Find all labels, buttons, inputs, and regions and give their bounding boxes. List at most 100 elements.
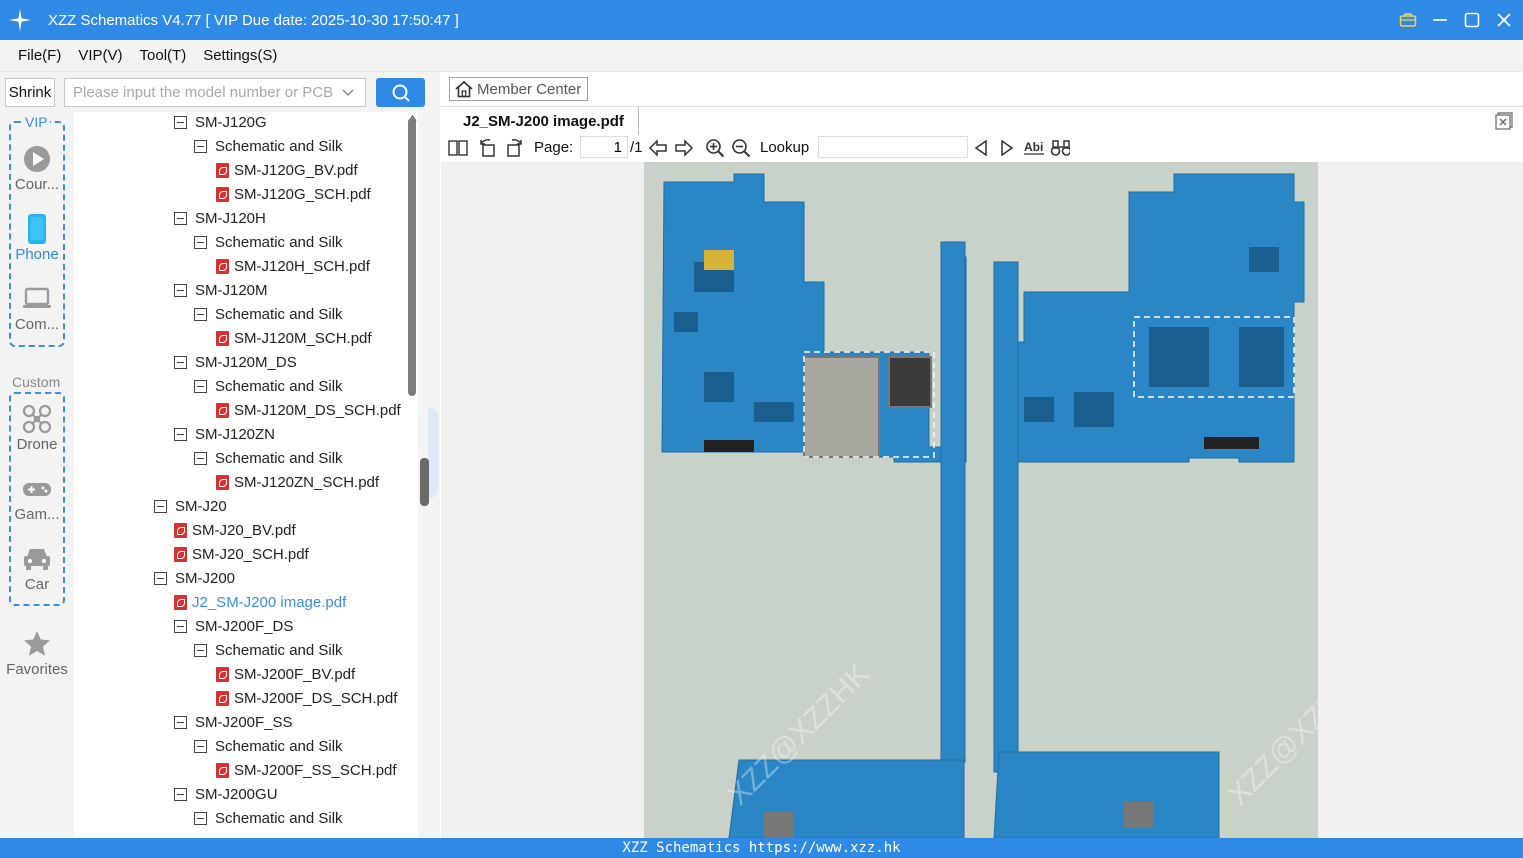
- tree-folder-item[interactable]: Schematic and Silk: [194, 638, 343, 662]
- tree-folder-item[interactable]: Schematic and Silk: [194, 230, 343, 254]
- collapse-tab[interactable]: [428, 408, 438, 498]
- rail-drone[interactable]: Drone: [0, 402, 74, 453]
- collapse-icon[interactable]: [154, 499, 167, 513]
- find-next-icon[interactable]: [997, 138, 1017, 158]
- zoom-in-icon[interactable]: [705, 138, 725, 158]
- tree-folder-item[interactable]: Schematic and Silk: [194, 134, 343, 158]
- tree-item-label: SM-J120M: [195, 281, 268, 299]
- next-page-icon[interactable]: [674, 138, 694, 158]
- page-label: Page:: [534, 139, 574, 156]
- tree-item-label: SM-J120G_SCH.pdf: [234, 185, 371, 203]
- splitter-handle[interactable]: [420, 458, 429, 506]
- rail-courses[interactable]: Cour...: [0, 142, 74, 193]
- close-icon[interactable]: [1495, 11, 1513, 29]
- category-rail: VIP Cour... Phone Com... Custom Drone Ga…: [0, 112, 74, 838]
- tree-file-item[interactable]: SM-J200F_BV.pdf: [216, 662, 355, 686]
- collapse-icon[interactable]: [194, 307, 207, 321]
- tree-file-item[interactable]: SM-J200F_SS_SCH.pdf: [216, 758, 397, 782]
- rotate-left-icon[interactable]: [478, 138, 498, 158]
- tree-file-item[interactable]: SM-J20_BV.pdf: [174, 518, 296, 542]
- collapse-icon[interactable]: [154, 571, 167, 585]
- tree-folder-item[interactable]: SM-J200F_SS: [174, 710, 293, 734]
- tree-folder-item[interactable]: SM-J120M_DS: [174, 350, 297, 374]
- menu-tool[interactable]: Tool(T): [140, 47, 187, 64]
- briefcase-icon[interactable]: [1399, 11, 1417, 29]
- member-center-button[interactable]: Member Center: [449, 77, 588, 101]
- tree-file-item[interactable]: SM-J120ZN_SCH.pdf: [216, 470, 379, 494]
- close-all-tabs-icon[interactable]: [1495, 112, 1513, 130]
- chevron-down-icon[interactable]: [341, 85, 355, 99]
- collapse-icon[interactable]: [174, 355, 187, 369]
- play-icon: [0, 142, 74, 176]
- collapse-icon[interactable]: [174, 619, 187, 633]
- collapse-icon[interactable]: [194, 379, 207, 393]
- pdf-page-image[interactable]: XZZ@XZZHK XZZ@XZZHK: [644, 162, 1318, 838]
- rail-computer[interactable]: Com...: [0, 282, 74, 333]
- lookup-input[interactable]: [818, 136, 968, 158]
- binoculars-icon[interactable]: [1050, 138, 1070, 158]
- collapse-icon[interactable]: [194, 811, 207, 825]
- tree-folder-item[interactable]: Schematic and Silk: [194, 734, 343, 758]
- tree-file-item[interactable]: SM-J120G_BV.pdf: [216, 158, 358, 182]
- collapse-icon[interactable]: [174, 115, 187, 129]
- collapse-icon[interactable]: [174, 715, 187, 729]
- tree-file-item[interactable]: SM-J20_SCH.pdf: [174, 542, 309, 566]
- rail-phone[interactable]: Phone: [0, 212, 74, 263]
- menu-vip[interactable]: VIP(V): [78, 47, 122, 64]
- match-case-icon[interactable]: Abi: [1023, 138, 1047, 158]
- collapse-icon[interactable]: [194, 739, 207, 753]
- app-logo-icon: [0, 0, 40, 40]
- tab-document[interactable]: J2_SM-J200 image.pdf: [449, 107, 639, 135]
- collapse-icon[interactable]: [194, 643, 207, 657]
- tree-folder-item[interactable]: SM-J120G: [174, 112, 267, 134]
- search-input[interactable]: Please input the model number or PCB: [64, 78, 366, 107]
- shrink-button[interactable]: Shrink: [5, 78, 55, 107]
- menu-file[interactable]: File(F): [18, 47, 61, 64]
- panel-splitter[interactable]: [418, 112, 440, 838]
- tree-file-item[interactable]: SM-J200F_DS_SCH.pdf: [216, 686, 397, 710]
- tree-folder-item[interactable]: SM-J120ZN: [174, 422, 275, 446]
- tree-folder-item[interactable]: Schematic and Silk: [194, 446, 343, 470]
- status-footer: XZZ Schematics https://www.xzz.hk: [0, 838, 1523, 858]
- tree-folder-item[interactable]: Schematic and Silk: [194, 374, 343, 398]
- tree-folder-item[interactable]: Schematic and Silk: [194, 302, 343, 326]
- tree-file-item[interactable]: J2_SM-J200 image.pdf: [174, 590, 346, 614]
- collapse-icon[interactable]: [174, 211, 187, 225]
- minimize-icon[interactable]: [1431, 11, 1449, 29]
- tree-folder-item[interactable]: SM-J200F_DS: [174, 614, 293, 638]
- collapse-icon[interactable]: [174, 283, 187, 297]
- rotate-right-icon[interactable]: [504, 138, 524, 158]
- document-tabbar: J2_SM-J200 image.pdf: [441, 106, 1523, 135]
- tree-file-item[interactable]: SM-J120H_SCH.pdf: [216, 254, 370, 278]
- collapse-icon[interactable]: [174, 787, 187, 801]
- tree-folder-item[interactable]: SM-J120H: [174, 206, 266, 230]
- search-button[interactable]: [376, 78, 425, 107]
- rail-favorites[interactable]: Favorites: [0, 627, 74, 678]
- tree-folder-item[interactable]: Schematic and Silk: [194, 806, 343, 830]
- maximize-icon[interactable]: [1463, 11, 1481, 29]
- rail-car[interactable]: Car: [0, 542, 74, 593]
- tree-folder-item[interactable]: SM-J20: [154, 494, 227, 518]
- phone-icon: [0, 212, 74, 246]
- collapse-icon[interactable]: [194, 139, 207, 153]
- tree-folder-item[interactable]: SM-J200: [154, 566, 235, 590]
- find-prev-icon[interactable]: [971, 138, 991, 158]
- tree-file-item[interactable]: SM-J120M_SCH.pdf: [216, 326, 372, 350]
- rail-games[interactable]: Gam...: [0, 472, 74, 523]
- collapse-icon[interactable]: [174, 427, 187, 441]
- menu-settings[interactable]: Settings(S): [203, 47, 277, 64]
- tree-folder-item[interactable]: SM-J120M: [174, 278, 268, 302]
- tree-scrollbar[interactable]: [406, 112, 418, 838]
- collapse-icon[interactable]: [194, 451, 207, 465]
- zoom-out-icon[interactable]: [731, 138, 751, 158]
- prev-page-icon[interactable]: [648, 138, 668, 158]
- rail-car-label: Car: [24, 576, 50, 593]
- tree-file-item[interactable]: SM-J120M_DS_SCH.pdf: [216, 398, 401, 422]
- page-number-input[interactable]: 1: [580, 136, 628, 158]
- scrollbar-thumb[interactable]: [408, 118, 416, 396]
- tree-item-label: SM-J200F_SS_SCH.pdf: [234, 761, 397, 779]
- tree-file-item[interactable]: SM-J120G_SCH.pdf: [216, 182, 371, 206]
- two-page-icon[interactable]: [448, 138, 468, 158]
- tree-folder-item[interactable]: SM-J200GU: [174, 782, 278, 806]
- collapse-icon[interactable]: [194, 235, 207, 249]
